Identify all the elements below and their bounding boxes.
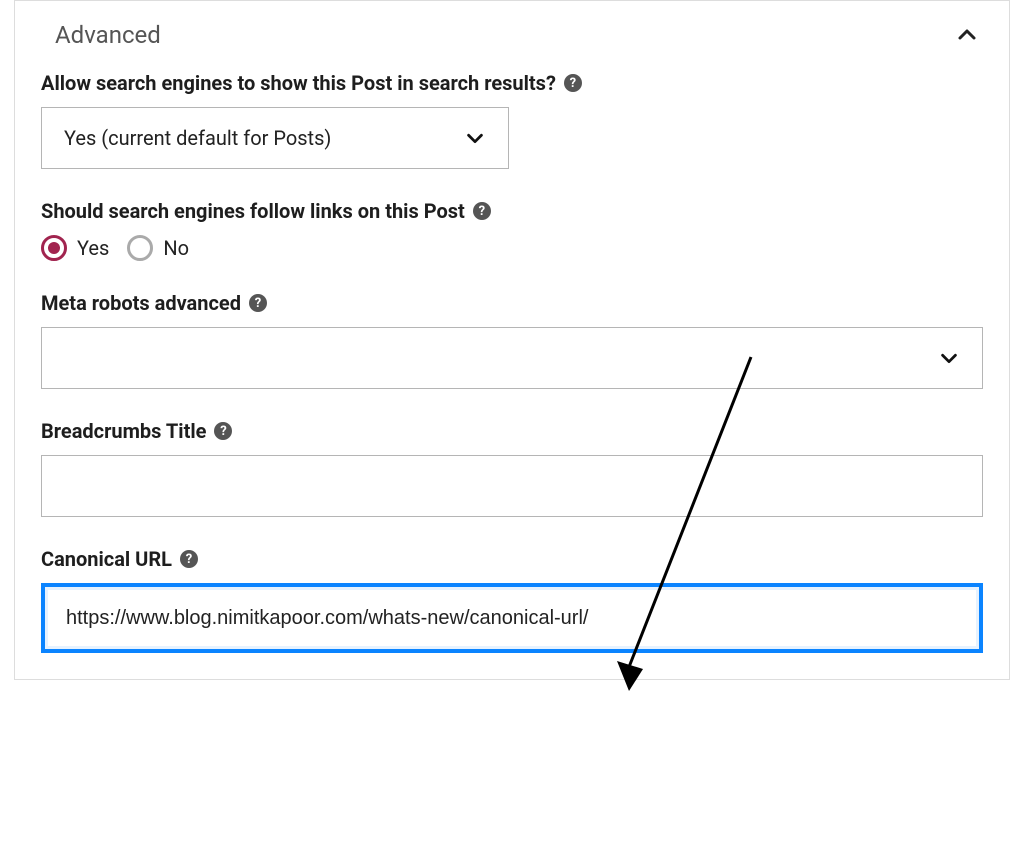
- follow-links-label: Should search engines follow links on th…: [41, 199, 465, 223]
- help-icon[interactable]: ?: [214, 422, 232, 440]
- allow-search-group: Allow search engines to show this Post i…: [41, 71, 983, 169]
- help-icon[interactable]: ?: [180, 550, 198, 568]
- breadcrumbs-group: Breadcrumbs Title ?: [41, 419, 983, 517]
- follow-links-group: Should search engines follow links on th…: [41, 199, 983, 261]
- section-title: Advanced: [55, 21, 161, 49]
- radio-no-label: No: [163, 236, 189, 260]
- meta-robots-group: Meta robots advanced ?: [41, 291, 983, 389]
- allow-search-value: Yes (current default for Posts): [64, 126, 331, 150]
- follow-yes-option[interactable]: Yes: [41, 235, 109, 261]
- canonical-url-input[interactable]: [48, 590, 976, 646]
- help-icon[interactable]: ?: [473, 202, 491, 220]
- radio-no[interactable]: [127, 235, 153, 261]
- chevron-up-icon: [955, 23, 979, 47]
- meta-robots-select[interactable]: [41, 327, 983, 389]
- meta-robots-label: Meta robots advanced: [41, 291, 241, 315]
- breadcrumbs-label: Breadcrumbs Title: [41, 419, 206, 443]
- follow-links-radios: Yes No: [41, 235, 983, 261]
- canonical-group: Canonical URL ?: [41, 547, 983, 653]
- chevron-down-icon: [464, 127, 486, 149]
- allow-search-select[interactable]: Yes (current default for Posts): [41, 107, 509, 169]
- section-header[interactable]: Advanced: [15, 1, 1009, 61]
- radio-yes-label: Yes: [77, 236, 109, 260]
- allow-search-label: Allow search engines to show this Post i…: [41, 71, 556, 95]
- follow-no-option[interactable]: No: [127, 235, 189, 261]
- canonical-focus-ring: [41, 583, 983, 653]
- help-icon[interactable]: ?: [249, 294, 267, 312]
- canonical-label: Canonical URL: [41, 547, 172, 571]
- advanced-panel: Advanced Allow search engines to show th…: [14, 1, 1010, 680]
- radio-yes[interactable]: [41, 235, 67, 261]
- breadcrumbs-input[interactable]: [41, 455, 983, 517]
- chevron-down-icon: [938, 347, 960, 369]
- panel-content: Allow search engines to show this Post i…: [15, 61, 1009, 679]
- help-icon[interactable]: ?: [564, 74, 582, 92]
